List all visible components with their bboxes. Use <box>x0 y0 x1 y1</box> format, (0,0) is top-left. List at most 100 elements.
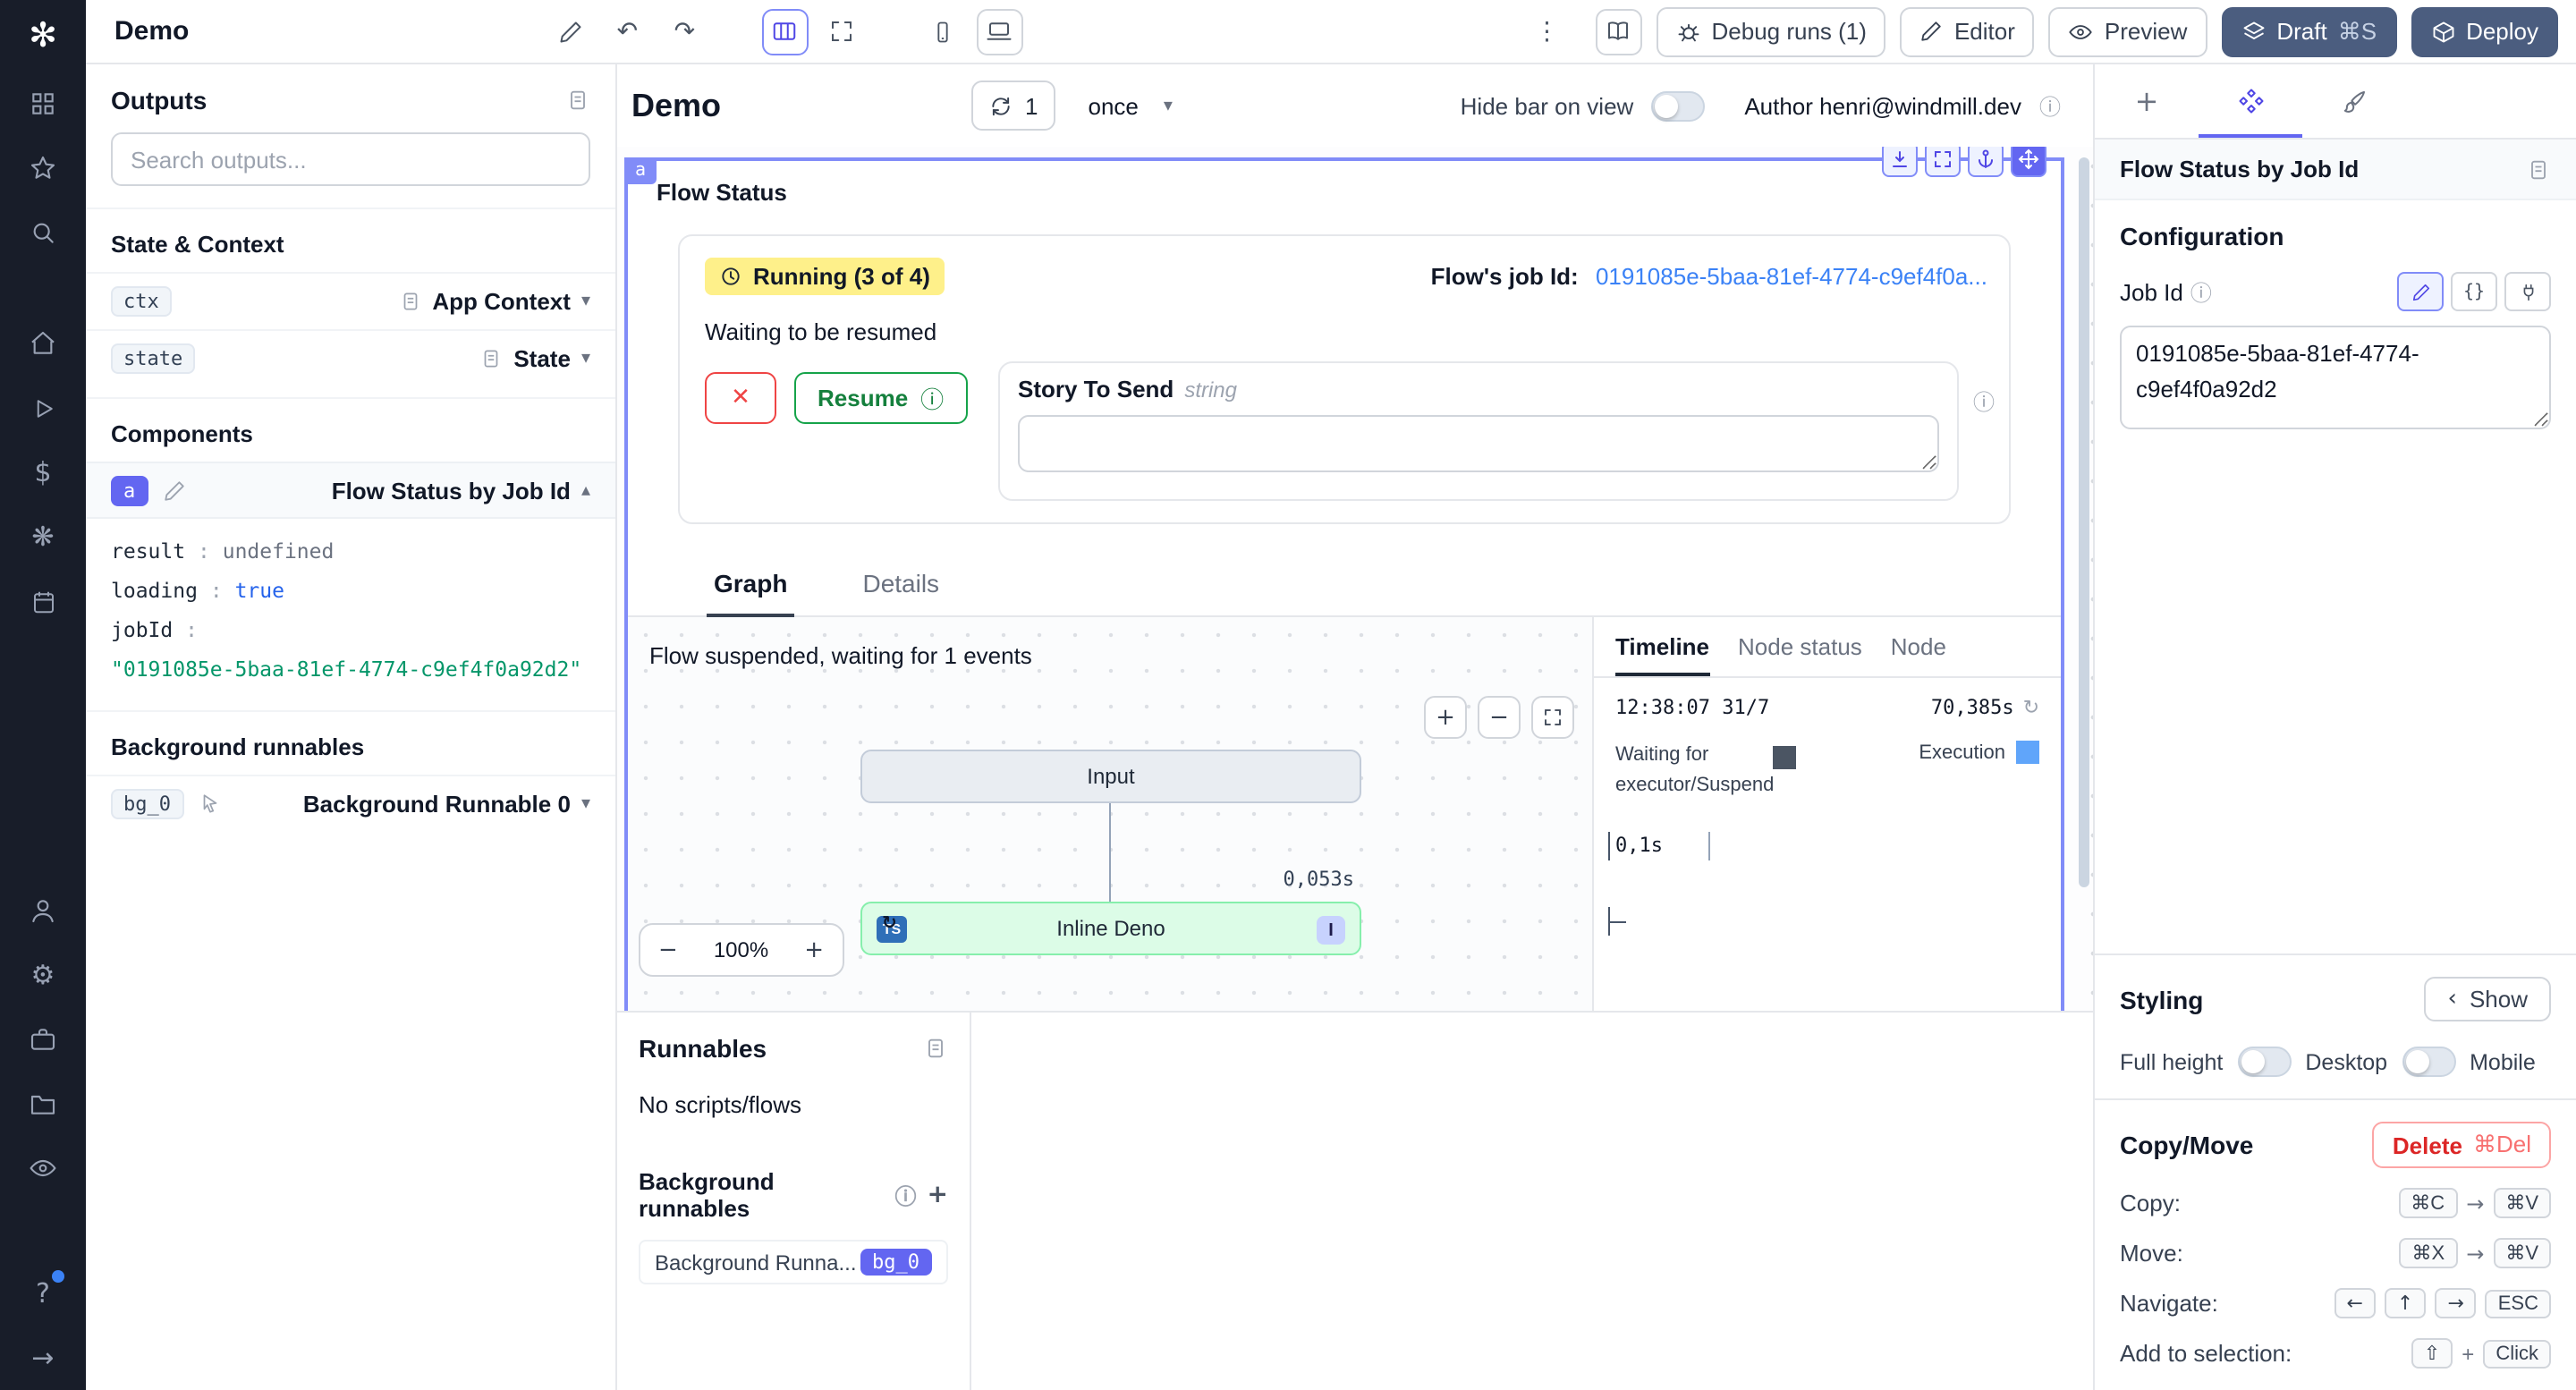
undo-button[interactable]: ↶ <box>604 8 650 55</box>
zoom-in-button[interactable]: + <box>786 925 842 975</box>
zoom-out-button[interactable]: − <box>640 925 696 975</box>
tab-timeline[interactable]: Timeline <box>1615 617 1709 676</box>
bg-runnable-item[interactable]: Background Runna... bg_0 <box>639 1240 948 1284</box>
box-info-icon[interactable]: ⓘ <box>1973 386 1995 417</box>
anchor-icon[interactable] <box>1968 147 2004 177</box>
move-icon[interactable] <box>2011 147 2046 177</box>
fit-width-toggle[interactable] <box>761 8 808 55</box>
desktop-view-toggle[interactable] <box>976 8 1022 55</box>
insert-component-tab[interactable]: + <box>2095 64 2199 138</box>
tab-node-status[interactable]: Node status <box>1738 617 1862 676</box>
mobile-label: Mobile <box>2470 1049 2536 1074</box>
editor-button[interactable]: Editor <box>1901 6 2035 56</box>
state-row[interactable]: state State▾ <box>86 329 615 386</box>
static-input-mode-button[interactable] <box>2397 272 2444 311</box>
runnables-doc-icon[interactable] <box>923 1036 948 1061</box>
variables-icon[interactable]: $ <box>0 440 86 504</box>
expand-down-icon[interactable] <box>1882 147 1918 177</box>
state-chevron-down-icon[interactable]: ▾ <box>581 349 590 369</box>
graph-zoom-out-button[interactable]: − <box>1478 696 1521 739</box>
help-icon[interactable]: ? <box>0 1261 86 1326</box>
rename-pencil-icon[interactable] <box>547 8 593 55</box>
component-chevron-up-icon[interactable]: ▴ <box>581 480 590 500</box>
job-id-textarea[interactable]: 0191085e-5baa-81ef-4774-c9ef4f0a92d2 <box>2120 326 2551 429</box>
canvas-header: Demo 1 once ▾ Hide bar on view Author he… <box>617 64 2093 147</box>
canvas-scrollbar[interactable] <box>2079 157 2089 887</box>
timeline-tick <box>1608 832 1610 860</box>
story-to-send-field: Story To Sendstring <box>998 361 1959 501</box>
full-height-toggle[interactable] <box>2237 1047 2291 1077</box>
node-spinner-icon: ↻ <box>882 914 897 934</box>
desktop-toggle[interactable] <box>2402 1047 2455 1077</box>
deploy-button[interactable]: Deploy <box>2411 6 2558 56</box>
flow-graph-canvas[interactable]: Flow suspended, waiting for 1 events + −… <box>628 617 1592 1011</box>
workers-icon[interactable] <box>0 1007 86 1072</box>
tab-details[interactable]: Details <box>855 553 946 615</box>
settings-gear-icon[interactable]: ⚙ <box>0 943 86 1007</box>
docs-book-button[interactable] <box>1596 8 1642 55</box>
outputs-doc-icon[interactable] <box>565 88 590 113</box>
expand-sidebar-icon[interactable]: → <box>0 1326 86 1390</box>
fullscreen-icon[interactable] <box>1925 147 1961 177</box>
runs-icon[interactable] <box>0 376 86 440</box>
settings-doc-icon[interactable] <box>2526 157 2551 182</box>
ctx-chevron-down-icon[interactable]: ▾ <box>581 292 590 311</box>
apps-icon[interactable] <box>0 72 86 136</box>
connect-input-mode-button[interactable] <box>2504 272 2551 311</box>
audit-eye-icon[interactable] <box>0 1136 86 1200</box>
runnables-column: Runnables No scripts/flows Background ru… <box>617 1013 971 1390</box>
folders-icon[interactable] <box>0 1072 86 1136</box>
styling-show-button[interactable]: ‹Show <box>2425 977 2551 1021</box>
colon: : <box>185 616 198 641</box>
outputs-title: Outputs <box>111 86 207 114</box>
timeline-row-2 <box>1594 896 2061 928</box>
tab-graph[interactable]: Graph <box>707 553 794 617</box>
component-edit-pencil-icon[interactable] <box>162 479 185 502</box>
refresh-button[interactable]: 1 <box>971 81 1055 131</box>
home-icon[interactable] <box>0 311 86 376</box>
redo-button[interactable]: ↷ <box>661 8 708 55</box>
graph-fullscreen-button[interactable] <box>1531 696 1574 739</box>
canvas[interactable]: a Flow Status Running (3 of 4) <box>617 147 2093 1011</box>
flow-job-id-link[interactable]: 0191085e-5baa-81ef-4774-c9ef4f0a... <box>1596 263 1987 290</box>
debug-runs-button[interactable]: Debug runs (1) <box>1657 6 1886 56</box>
component-settings-tab[interactable] <box>2199 64 2302 138</box>
eval-input-mode-button[interactable]: {} <box>2451 272 2497 311</box>
bg0-row[interactable]: bg_0 Background Runnable 0▾ <box>86 776 615 833</box>
timeline-row-1: 0,1s <box>1594 828 2061 868</box>
kebab-menu-button[interactable]: ⋮ <box>1524 8 1571 55</box>
kbd-click: Click <box>2483 1339 2551 1368</box>
colon: : <box>210 578 223 603</box>
users-icon[interactable] <box>0 878 86 943</box>
author-info-icon[interactable]: ⓘ <box>2039 90 2061 121</box>
selected-component[interactable]: a Flow Status Running (3 of 4) <box>624 157 2064 1011</box>
ctx-row[interactable]: ctx App Context▾ <box>86 272 615 329</box>
input-node[interactable]: Input <box>860 750 1361 803</box>
resume-button[interactable]: Resume ⓘ <box>794 372 967 424</box>
schedule-select[interactable]: once ▾ <box>1089 92 1173 119</box>
add-bg-runnable-button[interactable]: + <box>928 1181 948 1209</box>
cancel-flow-button[interactable]: ✕ <box>705 372 776 424</box>
graph-controls: + − <box>1424 696 1574 739</box>
search-icon[interactable] <box>0 200 86 265</box>
inline-deno-node[interactable]: TS↻ Inline Deno I <box>860 902 1361 955</box>
star-icon[interactable] <box>0 136 86 200</box>
graph-zoom-in-button[interactable]: + <box>1424 696 1467 739</box>
kbd-arrow-up: ↑ <box>2385 1288 2426 1318</box>
search-outputs-input[interactable] <box>111 132 590 186</box>
tab-node[interactable]: Node <box>1891 617 1946 676</box>
theme-brush-tab[interactable] <box>2302 64 2406 138</box>
schedules-icon[interactable] <box>0 569 86 633</box>
component-a-row[interactable]: a Flow Status by Job Id▴ <box>86 462 615 519</box>
hide-bar-toggle[interactable] <box>1651 90 1705 121</box>
background-runnables-header: Background runnables <box>86 711 615 776</box>
mobile-view-toggle[interactable] <box>919 8 965 55</box>
draft-button[interactable]: Draft⌘S <box>2221 6 2396 56</box>
fullwidth-toggle[interactable] <box>818 8 865 55</box>
bg0-chevron-down-icon[interactable]: ▾ <box>581 795 590 815</box>
hub-icon[interactable]: ❋ <box>0 504 86 569</box>
delete-component-button[interactable]: Delete⌘Del <box>2373 1122 2551 1168</box>
preview-button[interactable]: Preview <box>2049 6 2207 56</box>
bg-runnables-info-icon[interactable]: ⓘ <box>895 1180 917 1210</box>
story-textarea[interactable] <box>1018 415 1939 472</box>
